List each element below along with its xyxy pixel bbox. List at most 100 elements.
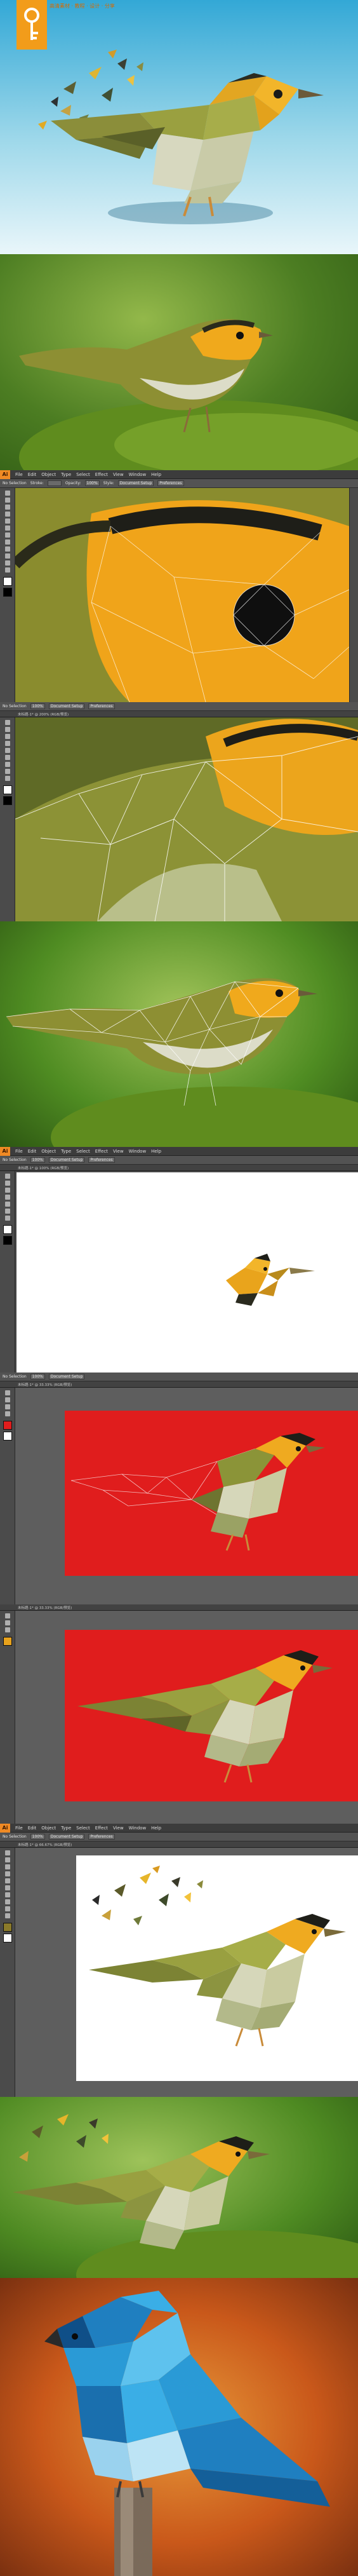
fill-swatch[interactable] [3, 1225, 12, 1234]
document-tab-5[interactable]: 未标题-1* @ 33.33% (RGB/预览) [0, 1604, 358, 1611]
menu-effect[interactable]: Effect [93, 472, 110, 477]
document-tab-4[interactable]: 未标题-1* @ 33.33% (RGB/预览) [0, 1381, 358, 1388]
pen-tool-icon[interactable] [4, 1620, 10, 1625]
type-tool-icon[interactable] [4, 1188, 10, 1193]
rectangle-tool-icon[interactable] [4, 525, 10, 531]
document-tab-2[interactable]: 未标题-1* @ 200% (RGB/预览) [0, 711, 358, 717]
stroke-swatch[interactable] [3, 796, 12, 805]
eyedropper-tool-icon[interactable] [4, 1411, 10, 1416]
opacity-field-6[interactable]: 100% [30, 1834, 45, 1840]
zoom-tool-icon[interactable] [4, 567, 10, 573]
menu-view[interactable]: View [110, 1149, 126, 1154]
doc-setup-button-4[interactable]: Document Setup [48, 1374, 85, 1380]
menu-edit[interactable]: Edit [25, 1149, 39, 1154]
direct-selection-tool-icon[interactable] [4, 1857, 10, 1862]
menu-effect[interactable]: Effect [93, 1826, 110, 1831]
fill-swatch[interactable] [3, 577, 12, 586]
doc-setup-button-3[interactable]: Document Setup [48, 1157, 85, 1163]
document-tab-6[interactable]: 未标题-1* @ 66.67% (RGB/预览) [0, 1841, 358, 1848]
menu-type[interactable]: Type [58, 1826, 74, 1831]
stroke-swatch[interactable] [3, 1432, 12, 1441]
rectangle-tool-icon[interactable] [4, 1195, 10, 1200]
opacity-field[interactable]: 100% [84, 480, 100, 486]
selection-tool-icon[interactable] [4, 1390, 10, 1395]
doc-setup-button[interactable]: Document Setup [117, 480, 154, 486]
menu-help[interactable]: Help [149, 472, 164, 477]
artboard-white-2[interactable] [76, 1855, 358, 2081]
rectangle-tool-icon[interactable] [4, 1627, 10, 1632]
fill-swatch[interactable] [3, 1637, 12, 1646]
brush-tool-icon[interactable] [4, 755, 10, 760]
type-tool-icon[interactable] [4, 512, 10, 517]
menu-help[interactable]: Help [149, 1826, 164, 1831]
doc-setup-button-6[interactable]: Document Setup [48, 1834, 85, 1840]
fill-swatch[interactable] [3, 785, 12, 794]
pen-tool-icon[interactable] [4, 1397, 10, 1402]
artboard-red[interactable] [65, 1411, 358, 1576]
preferences-button[interactable]: Preferences [157, 480, 184, 486]
document-tab-3[interactable]: 未标题-1* @ 100% (RGB/预览) [0, 1165, 358, 1171]
menu-effect[interactable]: Effect [93, 1149, 110, 1154]
rotate-tool-icon[interactable] [4, 1899, 10, 1904]
doc-setup-button-2[interactable]: Document Setup [48, 703, 85, 709]
menu-file[interactable]: File [13, 1826, 25, 1831]
stroke-swatch[interactable] [3, 1236, 12, 1245]
selection-tool-icon[interactable] [4, 1850, 10, 1855]
stroke-swatch[interactable] [3, 1934, 12, 1942]
menu-edit[interactable]: Edit [25, 1826, 39, 1831]
menu-view[interactable]: View [110, 472, 126, 477]
type-tool-icon[interactable] [4, 1871, 10, 1876]
eyedropper-tool-icon[interactable] [4, 1906, 10, 1911]
direct-selection-tool-icon[interactable] [4, 498, 10, 503]
artboard-white[interactable] [17, 1172, 358, 1373]
fill-swatch[interactable] [3, 1923, 12, 1932]
zoom-tool-icon[interactable] [4, 1216, 10, 1221]
rotate-tool-icon[interactable] [4, 539, 10, 545]
hand-tool-icon[interactable] [4, 560, 10, 566]
fill-swatch[interactable] [3, 1421, 12, 1430]
brush-tool-icon[interactable] [4, 532, 10, 538]
line-tool-icon[interactable] [4, 519, 10, 524]
rotate-tool-icon[interactable] [4, 762, 10, 767]
stroke-field[interactable] [47, 480, 62, 486]
rectangle-tool-icon[interactable] [4, 1885, 10, 1890]
pen-tool-icon[interactable] [4, 727, 10, 732]
preferences-button-6[interactable]: Preferences [88, 1834, 115, 1840]
menu-edit[interactable]: Edit [25, 472, 39, 477]
opacity-field-4[interactable]: 100% [30, 1374, 45, 1380]
preferences-button-3[interactable]: Preferences [88, 1157, 115, 1163]
menu-object[interactable]: Object [39, 1826, 58, 1831]
preferences-button-2[interactable]: Preferences [88, 703, 115, 709]
menu-window[interactable]: Window [126, 1826, 149, 1831]
opacity-field-3[interactable]: 100% [30, 1157, 45, 1163]
line-tool-icon[interactable] [4, 741, 10, 746]
zoom-tool-icon[interactable] [4, 1913, 10, 1918]
selection-tool-icon[interactable] [4, 1174, 10, 1179]
eyedropper-tool-icon[interactable] [4, 1209, 10, 1214]
menu-window[interactable]: Window [126, 472, 149, 477]
menu-object[interactable]: Object [39, 1149, 58, 1154]
type-tool-icon[interactable] [4, 734, 10, 739]
brush-tool-icon[interactable] [4, 1202, 10, 1207]
menu-file[interactable]: File [13, 1149, 25, 1154]
rectangle-tool-icon[interactable] [4, 748, 10, 753]
menu-view[interactable]: View [110, 1826, 126, 1831]
rectangle-tool-icon[interactable] [4, 1404, 10, 1409]
scale-tool-icon[interactable] [4, 546, 10, 552]
artboard-red-2[interactable] [65, 1630, 358, 1801]
menu-select[interactable]: Select [74, 472, 93, 477]
menu-file[interactable]: File [13, 472, 25, 477]
menu-type[interactable]: Type [58, 472, 74, 477]
pen-tool-icon[interactable] [4, 505, 10, 510]
line-tool-icon[interactable] [4, 1878, 10, 1883]
brush-tool-icon[interactable] [4, 1892, 10, 1897]
menu-select[interactable]: Select [74, 1826, 93, 1831]
zoom-tool-icon[interactable] [4, 776, 10, 781]
selection-tool-icon[interactable] [4, 720, 10, 725]
opacity-field-2[interactable]: 100% [30, 703, 45, 709]
menu-window[interactable]: Window [126, 1149, 149, 1154]
pen-tool-icon[interactable] [4, 1864, 10, 1869]
menu-object[interactable]: Object [39, 472, 58, 477]
menu-type[interactable]: Type [58, 1149, 74, 1154]
pen-tool-icon[interactable] [4, 1181, 10, 1186]
